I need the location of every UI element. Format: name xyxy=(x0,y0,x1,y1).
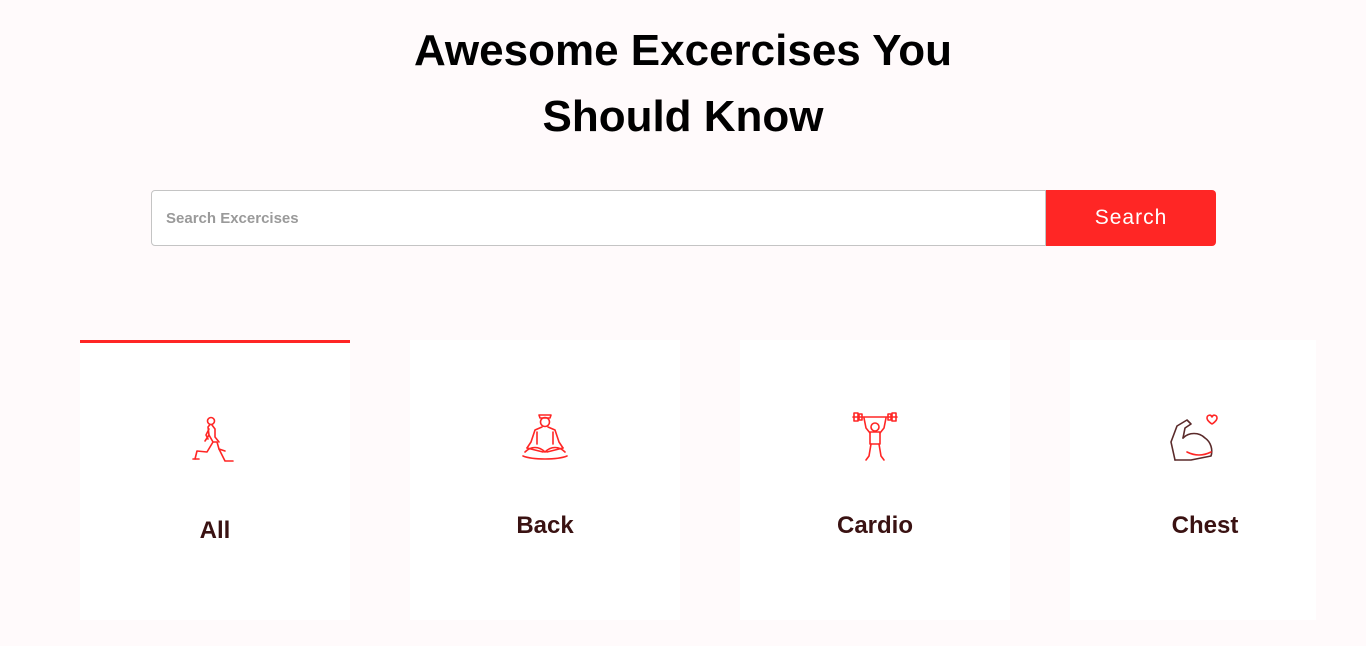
category-card-back[interactable]: Back xyxy=(410,340,680,620)
category-card-cardio[interactable]: Cardio xyxy=(740,340,1010,620)
search-bar: Search xyxy=(151,190,1216,246)
lunge-icon xyxy=(192,416,234,462)
page-title-line-2: Should Know xyxy=(542,92,824,141)
search-input[interactable] xyxy=(151,190,1046,246)
category-card-all[interactable]: All xyxy=(80,340,350,620)
page-title-line-1: Awesome Excercises You xyxy=(413,26,953,75)
category-label: All xyxy=(199,517,231,544)
meditation-icon xyxy=(522,414,568,460)
exercises-page: Awesome Excercises You Should Know Searc… xyxy=(0,0,1366,646)
category-label: Cardio xyxy=(836,512,913,539)
category-label: Chest xyxy=(1171,512,1239,539)
search-button[interactable]: Search xyxy=(1046,190,1216,246)
weightlifter-icon xyxy=(852,412,898,461)
flexed-arm-heart-icon xyxy=(1170,414,1218,461)
page-title: Awesome Excercises You Should Know xyxy=(0,18,1366,150)
category-card-chest[interactable]: Chest xyxy=(1070,340,1316,620)
category-label: Back xyxy=(516,512,574,539)
